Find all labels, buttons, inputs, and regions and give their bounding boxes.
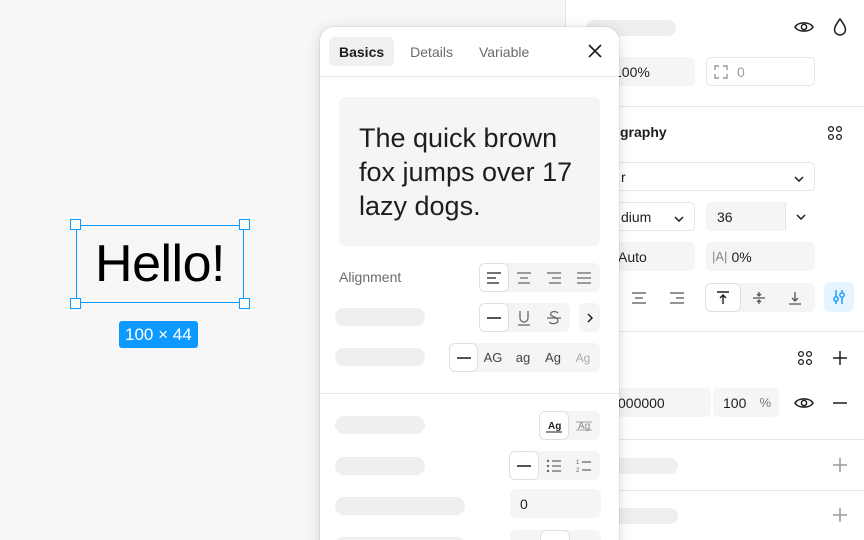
indent-button[interactable] [540, 530, 570, 540]
svg-text:1: 1 [576, 460, 580, 466]
case-upper-button[interactable]: AG [478, 343, 508, 372]
indent-group [510, 530, 601, 540]
chevron-down-icon[interactable] [785, 202, 815, 231]
corner-radius-field[interactable]: 0 [706, 57, 815, 86]
decoration-group [479, 303, 570, 332]
align-justify-button[interactable] [569, 263, 599, 292]
case-title-button[interactable]: Ag [538, 343, 568, 372]
chevron-down-icon [674, 209, 684, 225]
add-stroke-icon[interactable] [829, 454, 851, 476]
align-right-icon[interactable] [666, 287, 688, 309]
vertical-align-group [705, 283, 815, 312]
add-effect-icon[interactable] [829, 504, 851, 526]
eye-icon[interactable] [793, 16, 815, 38]
font-family-value: r [621, 168, 626, 185]
font-weight-value: dium [621, 208, 652, 225]
case-none-button[interactable] [449, 343, 478, 372]
svg-text:2: 2 [576, 468, 580, 473]
font-preview: The quick brown fox jumps over 17 lazy d… [339, 97, 600, 246]
horizontal-align-group [479, 263, 600, 292]
add-fill-icon[interactable] [829, 347, 851, 369]
resize-handle-top-left[interactable] [70, 219, 81, 230]
tab-details[interactable]: Details [400, 37, 463, 66]
trim-standard-button[interactable]: Ag [539, 411, 569, 440]
fill-styles-icon[interactable] [794, 347, 816, 369]
decoration-label-skeleton [335, 308, 425, 326]
size-badge: 100 × 44 [119, 321, 198, 348]
truncate-label-skeleton [335, 416, 425, 434]
alignment-label: Alignment [339, 269, 402, 285]
letter-spacing-field[interactable]: |A| 0% [706, 242, 815, 271]
tab-basics[interactable]: Basics [329, 37, 395, 66]
more-decoration-button[interactable] [579, 303, 600, 332]
underline-button[interactable] [509, 303, 539, 332]
drop-icon[interactable] [830, 16, 850, 38]
list-none-button[interactable] [509, 451, 539, 480]
fill-opacity-unit: % [759, 395, 771, 410]
align-left-button[interactable] [479, 263, 509, 292]
remove-fill-icon[interactable] [829, 392, 851, 414]
corner-radius-icon [713, 64, 733, 80]
letter-spacing-icon: |A| [712, 249, 728, 264]
align-top-button[interactable] [705, 283, 741, 312]
case-label-skeleton [335, 348, 425, 366]
align-center-button[interactable] [509, 263, 539, 292]
selection-box[interactable]: Hello! [70, 219, 250, 309]
case-group: AG ag Ag Ag [449, 343, 600, 372]
corner-radius-value: 0 [737, 63, 745, 80]
line-height-value: Auto [618, 248, 647, 265]
align-center-icon[interactable] [628, 287, 650, 309]
fill-hex-value: 000000 [618, 394, 665, 411]
trim-cap-button[interactable]: Ag [569, 411, 599, 440]
resize-handle-bottom-left[interactable] [70, 298, 81, 309]
align-right-button[interactable] [539, 263, 569, 292]
numbered-list-button[interactable]: 12 [569, 451, 599, 480]
case-lower-button[interactable]: ag [508, 343, 538, 372]
type-settings-icon[interactable] [824, 282, 854, 312]
paragraph-spacing-label-skeleton [335, 497, 465, 515]
letter-spacing-value: 0% [731, 248, 752, 265]
styles-grid-icon[interactable] [824, 122, 846, 144]
svg-text:Ag: Ag [548, 421, 561, 432]
resize-handle-bottom-right[interactable] [239, 298, 250, 309]
paragraph-spacing-field[interactable]: 0 [510, 489, 601, 518]
strikethrough-button[interactable] [539, 303, 569, 332]
bullet-list-button[interactable] [539, 451, 569, 480]
canvas-text-layer[interactable]: Hello! [77, 226, 243, 302]
chevron-down-icon [794, 169, 804, 185]
case-small-caps-button[interactable]: Ag [568, 343, 598, 372]
resize-handle-top-right[interactable] [239, 219, 250, 230]
tab-variable[interactable]: Variable [469, 37, 539, 66]
type-settings-popover: Basics Details Variable The quick brown … [320, 27, 619, 540]
align-middle-button[interactable] [741, 283, 777, 312]
list-style-group: 12 [509, 451, 600, 480]
close-icon[interactable] [585, 41, 605, 61]
font-size-field[interactable]: 36 [706, 202, 815, 231]
typography-title: graphy [620, 124, 667, 140]
popover-tabs: Basics Details Variable [329, 37, 539, 66]
align-bottom-button[interactable] [777, 283, 813, 312]
list-label-skeleton [335, 457, 425, 475]
vertical-trim-group: Ag Ag [539, 411, 600, 440]
fill-opacity-field[interactable]: 100 % [713, 388, 779, 417]
decoration-none-button[interactable] [479, 303, 509, 332]
eye-icon[interactable] [793, 392, 815, 414]
fill-opacity-value: 100 [723, 394, 747, 411]
font-size-value: 36 [717, 208, 733, 225]
opacity-value: 100% [614, 63, 650, 80]
